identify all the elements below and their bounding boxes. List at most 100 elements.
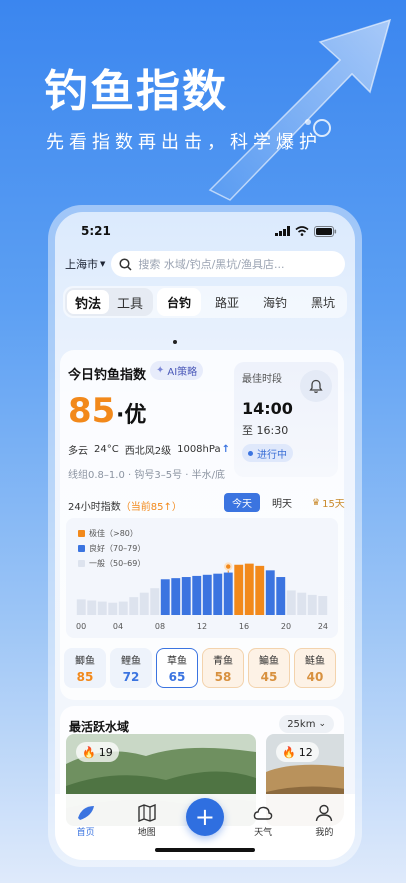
hourly-bar (234, 564, 244, 615)
fish-card-bream[interactable]: 鳊鱼 45 (248, 648, 290, 688)
tab-today[interactable]: 今天 (224, 493, 260, 512)
x-tick-label: 16 (239, 622, 249, 631)
search-icon (119, 257, 132, 271)
active-waters-title: 最活跃水域 (69, 720, 130, 734)
hourly-bar (150, 588, 160, 615)
hourly-bar (97, 601, 107, 615)
fish-card-grass-carp[interactable]: 草鱼 65 (156, 648, 198, 688)
hourly-bar (265, 570, 275, 615)
fish-card-crucian[interactable]: 鲫鱼 85 (64, 648, 106, 688)
phone-frame: 5:21 上海市 ▼ 搜索 水域/钓点/黑坑/渔具店... 钓法 工具 台钓 路… (48, 205, 362, 867)
x-tick-label: 12 (197, 622, 207, 631)
weather-pressure: 1008hPa (177, 444, 221, 455)
chart-bars: 00 04 08 12 16 20 24 (76, 562, 328, 631)
x-tick-label: 20 (281, 622, 291, 631)
best-time-status-label: 进行中 (257, 449, 287, 461)
city-selector[interactable]: 上海市 ▼ (65, 256, 105, 272)
fish-card-silver-carp[interactable]: 鲢鱼 40 (294, 648, 336, 688)
search-placeholder: 搜索 水域/钓点/黑坑/渔具店... (138, 258, 285, 271)
tab-luya[interactable]: 路亚 (205, 288, 249, 316)
chevron-down-icon: ⌄ (318, 719, 326, 729)
tackle-recommendation: 线组0.8–1.0 · 钩号3–5号 · 半水/底 (68, 470, 225, 481)
x-tick-label: 24 (318, 622, 328, 631)
tab-home[interactable]: 首页 (64, 804, 108, 838)
search-input[interactable]: 搜索 水域/钓点/黑坑/渔具店... (111, 251, 345, 277)
vip-crown-icon: ♛ (312, 497, 321, 508)
hourly-bar (87, 600, 97, 615)
fish-name: 鲤鱼 (121, 656, 141, 667)
hourly-bar (202, 574, 212, 615)
tab-heikeng[interactable]: 黑坑 (301, 288, 345, 316)
hero-title: 钓鱼指数 (44, 66, 228, 117)
x-tick-label: 04 (113, 622, 123, 631)
ai-strategy-label: AI策略 (167, 367, 198, 378)
tab-haidiao[interactable]: 海钓 (253, 288, 297, 316)
tab-taidiao[interactable]: 台钓 (157, 288, 202, 316)
fish-name: 青鱼 (213, 656, 233, 667)
x-tick-label: 08 (155, 622, 165, 631)
distance-range-selector[interactable]: 25km ⌄ (279, 715, 334, 733)
hourly-bar (213, 573, 223, 615)
tab-15-days-label: 15天 (322, 499, 345, 510)
best-time-end: 至 16:30 (242, 424, 289, 437)
hourly-bar (171, 578, 181, 615)
heat-badge: 🔥 12 (276, 742, 319, 762)
tab-weather[interactable]: 天气 (241, 804, 285, 838)
heat-badge: 🔥 19 (76, 742, 119, 762)
hourly-bar (286, 590, 296, 615)
heat-value: 19 (98, 745, 113, 759)
user-icon (316, 804, 333, 822)
tab-profile[interactable]: 我的 (302, 804, 346, 838)
tabs-row: 钓法 工具 台钓 路亚 海钓 黑坑 (63, 286, 347, 318)
distance-range-label: 25km (287, 718, 316, 730)
tab-map[interactable]: 地图 (125, 804, 169, 838)
hourly-bar (76, 599, 86, 615)
best-time-panel[interactable]: 最佳时段 14:00 至 16:30 进行中 (234, 362, 338, 477)
bell-icon[interactable] (300, 370, 332, 402)
weather-pressure-group: 1008hPa ↑ (177, 444, 230, 455)
hourly-bar (297, 592, 307, 615)
fish-name: 草鱼 (167, 656, 187, 667)
mode-segment: 钓法 工具 (65, 288, 154, 316)
hourly-bar (108, 602, 118, 615)
fish-score: 85 (76, 670, 94, 684)
city-label: 上海市 (65, 258, 98, 271)
fish-score: 45 (260, 670, 278, 684)
hourly-index-chart: 极佳（>80） 良好（70–79） 一般（50–69） 00 04 08 12 16 20… (66, 518, 338, 638)
weather-condition: 多云 (68, 446, 88, 457)
index-level: ·优 (116, 403, 147, 428)
weather-info: 多云 24°C 西北风2级 1008hPa ↑ (68, 442, 230, 457)
hourly-bar (118, 601, 128, 615)
fish-species-row: 鲫鱼 85 鲤鱼 72 草鱼 65 青鱼 58 鳊鱼 45 鲢鱼 40 (64, 648, 336, 688)
heat-value: 12 (298, 745, 313, 759)
day-range-tabs: 今天 明天 ♛ 15天 (224, 493, 353, 512)
active-tab-indicator (173, 340, 177, 344)
segment-tools[interactable]: 工具 (109, 290, 151, 314)
fish-name: 鳊鱼 (259, 656, 279, 667)
hourly-index-label: 24小时指数（当前85↑） (68, 498, 182, 513)
weather-temperature: 24°C (94, 444, 119, 455)
fish-card-black-carp[interactable]: 青鱼 58 (202, 648, 244, 688)
hourly-bar (160, 579, 170, 615)
pressure-up-icon: ↑ (221, 444, 230, 455)
hourly-bar (129, 597, 139, 615)
tab-tomorrow[interactable]: 明天 (264, 493, 300, 512)
home-fish-icon (77, 806, 94, 820)
x-tick-label: 00 (76, 622, 86, 631)
hourly-bar (181, 577, 191, 615)
battery-icon (314, 225, 337, 237)
fish-name: 鲢鱼 (305, 656, 325, 667)
hourly-bar (139, 592, 149, 615)
fish-card-carp[interactable]: 鲤鱼 72 (110, 648, 152, 688)
wifi-icon (295, 226, 309, 236)
fishing-index-card: 今日钓鱼指数 ✦ AI策略 85 ·优 多云 24°C 西北风2级 1008hP… (60, 350, 345, 700)
tab-15-days[interactable]: ♛ 15天 (304, 493, 353, 512)
home-indicator (155, 848, 255, 852)
status-time: 5:21 (81, 224, 111, 238)
add-button[interactable]: + (185, 798, 224, 836)
hourly-current: （当前85↑） (120, 502, 182, 513)
sparkle-icon: ✦ (156, 365, 165, 376)
ai-strategy-button[interactable]: ✦ AI策略 (150, 361, 204, 380)
hourly-bar (276, 577, 286, 615)
segment-fishing-method[interactable]: 钓法 (67, 290, 110, 314)
